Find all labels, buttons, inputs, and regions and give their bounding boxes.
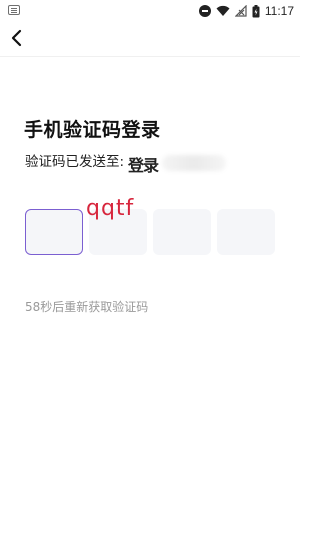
signal-icon [234, 5, 247, 17]
status-icons: 11:17 [198, 1, 294, 21]
masked-phone-number [162, 155, 226, 171]
code-input-row [25, 209, 275, 255]
code-box-2[interactable] [89, 209, 147, 255]
keyboard-icon [8, 5, 20, 15]
status-time: 11:17 [264, 4, 294, 18]
header-divider [0, 56, 300, 57]
status-bar: 11:17 [0, 0, 300, 22]
code-box-1[interactable] [25, 209, 83, 255]
chevron-left-icon [11, 29, 22, 47]
sent-overlay: 登录 [128, 152, 228, 175]
code-box-4[interactable] [217, 209, 275, 255]
dnd-icon [198, 5, 211, 17]
back-button[interactable] [4, 26, 28, 50]
page-title: 手机验证码登录 [24, 119, 161, 141]
login-screen: 11:17 手机验证码登录 验证码已发送至: 登录 qqtf 58秒后重新获取验… [0, 0, 300, 533]
code-box-3[interactable] [153, 209, 211, 255]
wifi-icon [216, 5, 230, 17]
resend-countdown: 58秒后重新获取验证码 [25, 300, 149, 314]
overlay-login-text: 登录 [128, 156, 159, 175]
sent-info-label: 验证码已发送至: [25, 154, 125, 170]
battery-icon [252, 4, 260, 18]
